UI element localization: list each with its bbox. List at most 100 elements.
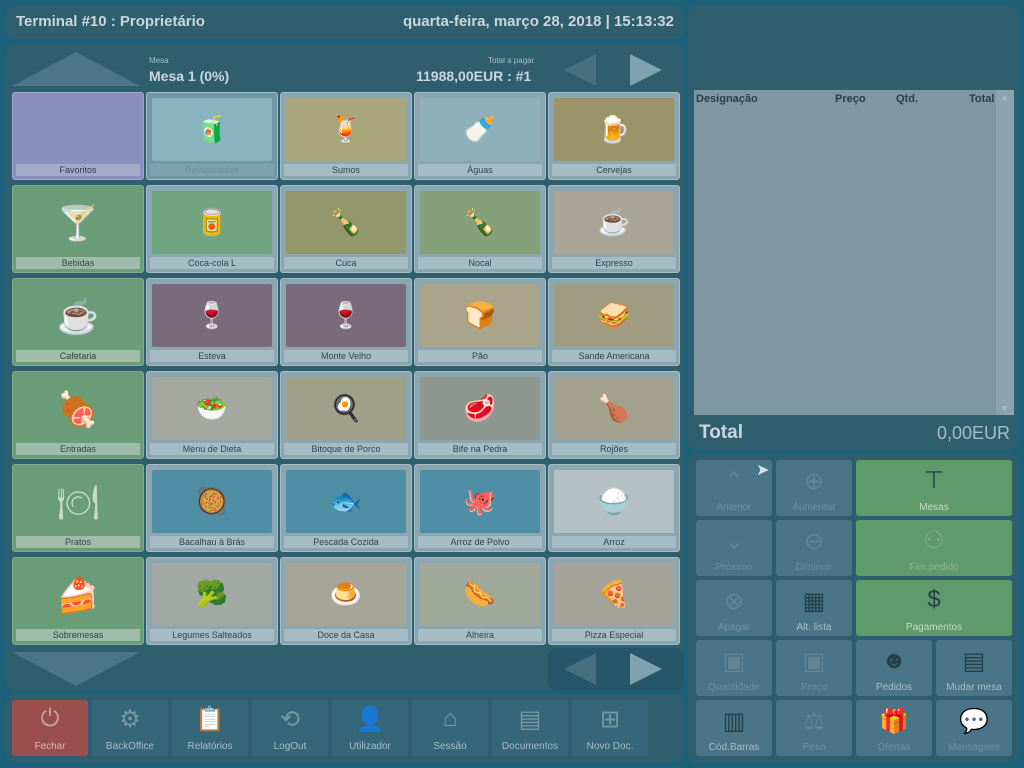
product-aguas[interactable]: 🍼 Águas <box>414 92 546 180</box>
category-bebidas[interactable]: 🍸 Bebidas <box>12 185 144 273</box>
product-monte-velho[interactable]: 🍷 Monte Velho <box>280 278 412 366</box>
proximo-button[interactable]: ⌄ Próximo <box>696 520 772 576</box>
product-image: 🐟 <box>286 470 406 533</box>
button-label: Fim pedido <box>909 562 959 573</box>
col-preco: Preço <box>835 93 866 105</box>
product-sumos[interactable]: 🍹 Sumos <box>280 92 412 180</box>
category-pratos[interactable]: 🍽 Pratos <box>12 464 144 552</box>
product-bacalhau-a-bras[interactable]: 🥘 Bacalhau à Brás <box>146 464 278 552</box>
product-label: Alheira <box>418 629 542 641</box>
pagamentos-button[interactable]: $ Pagamentos <box>856 580 1012 636</box>
order-total-value: 0,00EUR <box>936 423 1010 443</box>
fechar-button[interactable]: ⏻ Fechar <box>12 700 88 756</box>
plate-icon: 🍽 <box>56 484 100 522</box>
button-label: Fechar <box>34 741 66 752</box>
product-bife-na-pedra[interactable]: 🥩 Bife na Pedra <box>414 371 546 459</box>
barcode-icon: ▥ <box>722 708 746 735</box>
button-label: Diminuir <box>795 562 833 573</box>
apagar-button[interactable]: ⊗ Apagar <box>696 580 772 636</box>
gears-icon: ⚙ <box>119 706 141 733</box>
novo-doc-button[interactable]: ⊞ Novo Doc. <box>572 700 648 756</box>
quantidade-button[interactable]: ▣ Quantidade <box>696 640 772 696</box>
mensagens-button[interactable]: 💬 Mensagens <box>936 700 1012 756</box>
fim-pedido-button[interactable]: ⚇ Fim pedido <box>856 520 1012 576</box>
product-cervejas[interactable]: 🍺 Cervejas <box>548 92 680 180</box>
product-label: Coca-cola L <box>150 257 274 269</box>
product-image: 🌭 <box>420 563 540 626</box>
mudar-mesa-button[interactable]: ▤ Mudar mesa <box>936 640 1012 696</box>
button-label: Documentos <box>501 741 559 752</box>
scroll-up-icon[interactable]: ▲ <box>1000 92 1009 102</box>
product-coca-cola-l[interactable]: 🥫 Coca-cola L <box>146 185 278 273</box>
octopus-rice-icon: 🐙 <box>463 486 497 516</box>
logout-button[interactable]: ⟲ LogOut <box>252 700 328 756</box>
product-pescada-cozida[interactable]: 🐟 Pescada Cozida <box>280 464 412 552</box>
product-alheira[interactable]: 🌭 Alheira <box>414 557 546 645</box>
products-next-page-bottom[interactable] <box>630 653 662 685</box>
product-label: Pizza Especial <box>552 629 676 641</box>
product-label: Legumes Salteados <box>150 629 274 641</box>
product-image: 🍳 <box>286 377 406 440</box>
product-nocal[interactable]: 🍾 Nocal <box>414 185 546 273</box>
button-label: Sessão <box>433 741 467 752</box>
category-label: Sobremesas <box>16 629 140 641</box>
relatorios-button[interactable]: 📋 Relatórios <box>172 700 248 756</box>
cod-barras-button[interactable]: ▥ Cód.Barras <box>696 700 772 756</box>
total-value: 11988,00EUR : #1 <box>416 68 532 84</box>
button-label: Preço <box>800 682 828 693</box>
product-bitoque-de-porco[interactable]: 🍳 Bitoque de Porco <box>280 371 412 459</box>
button-label: Alt. lista <box>796 622 832 633</box>
categories-scroll-up[interactable] <box>12 52 140 86</box>
category-favoritos[interactable]: Favoritos <box>12 92 144 180</box>
backoffice-button[interactable]: ⚙ BackOffice <box>92 700 168 756</box>
product-image: 🍾 <box>286 191 406 254</box>
product-sande-americana[interactable]: 🥪 Sande Americana <box>548 278 680 366</box>
product-legumes-salteados[interactable]: 🥦 Legumes Salteados <box>146 557 278 645</box>
product-expresso[interactable]: ☕ Expresso <box>548 185 680 273</box>
mesas-button[interactable]: ⊤ Mesas <box>856 460 1012 516</box>
utilizador-button[interactable]: 👤 Utilizador <box>332 700 408 756</box>
order-list[interactable]: Designação Preço Qtd. Total <box>694 90 1014 415</box>
table-icon: ⊤ <box>923 467 945 494</box>
product-rojoes[interactable]: 🍗 Rojões <box>548 371 680 459</box>
products-prev-page-bottom[interactable] <box>564 653 596 685</box>
order-list-scrollbar[interactable]: ▲ ▼ <box>996 90 1014 415</box>
product-refrigerantes[interactable]: 🧃 Refrigerantes <box>146 92 278 180</box>
button-label: Mesas <box>919 502 949 513</box>
category-cafetaria[interactable]: ☕ Cafetaria <box>12 278 144 366</box>
category-sobremesas[interactable]: 🍰 Sobremesas <box>12 557 144 645</box>
pedidos-button[interactable]: ☻ Pedidos <box>856 640 932 696</box>
documentos-button[interactable]: ▤ Documentos <box>492 700 568 756</box>
product-menu-de-dieta[interactable]: 🥗 Menu de Dieta <box>146 371 278 459</box>
product-doce-da-casa[interactable]: 🍮 Doce da Casa <box>280 557 412 645</box>
product-label: Cuca <box>284 257 408 269</box>
product-pao[interactable]: 🍞 Pão <box>414 278 546 366</box>
preco-button[interactable]: ▣ Preço <box>776 640 852 696</box>
categories-scroll-down[interactable] <box>12 652 140 686</box>
product-arroz-de-polvo[interactable]: 🐙 Arroz de Polvo <box>414 464 546 552</box>
button-label: Pedidos <box>875 682 913 693</box>
salad-icon: 🥗 <box>195 393 229 423</box>
col-qtd: Qtd. <box>896 93 918 105</box>
ofertas-button[interactable]: 🎁 Ofertas <box>856 700 932 756</box>
product-esteva[interactable]: 🍷 Esteva <box>146 278 278 366</box>
category-label: Entradas <box>16 443 140 455</box>
products-next-page[interactable] <box>630 54 662 86</box>
button-label: Próximo <box>715 562 753 573</box>
category-entradas[interactable]: 🍖 Entradas <box>12 371 144 459</box>
product-cuca[interactable]: 🍾 Cuca <box>280 185 412 273</box>
diminuir-button[interactable]: ⊖ Diminuir <box>776 520 852 576</box>
alt-lista-button[interactable]: ▦ Alt. lista <box>776 580 852 636</box>
can-icon: 🥫 <box>195 207 229 237</box>
aumentar-button[interactable]: ⊕ Aumentar <box>776 460 852 516</box>
product-label: Arroz de Polvo <box>418 536 542 548</box>
product-arroz[interactable]: 🍚 Arroz <box>548 464 680 552</box>
plus-icon: ⊕ <box>803 468 825 495</box>
power-icon: ⏻ <box>40 705 60 732</box>
peso-button[interactable]: ⚖ Peso <box>776 700 852 756</box>
sessao-button[interactable]: ⌂ Sessão <box>412 700 488 756</box>
water-bottles-icon: 🍼 <box>463 114 497 144</box>
product-pizza-especial[interactable]: 🍕 Pizza Especial <box>548 557 680 645</box>
scroll-down-icon[interactable]: ▼ <box>1000 403 1009 413</box>
products-prev-page[interactable] <box>564 54 596 86</box>
